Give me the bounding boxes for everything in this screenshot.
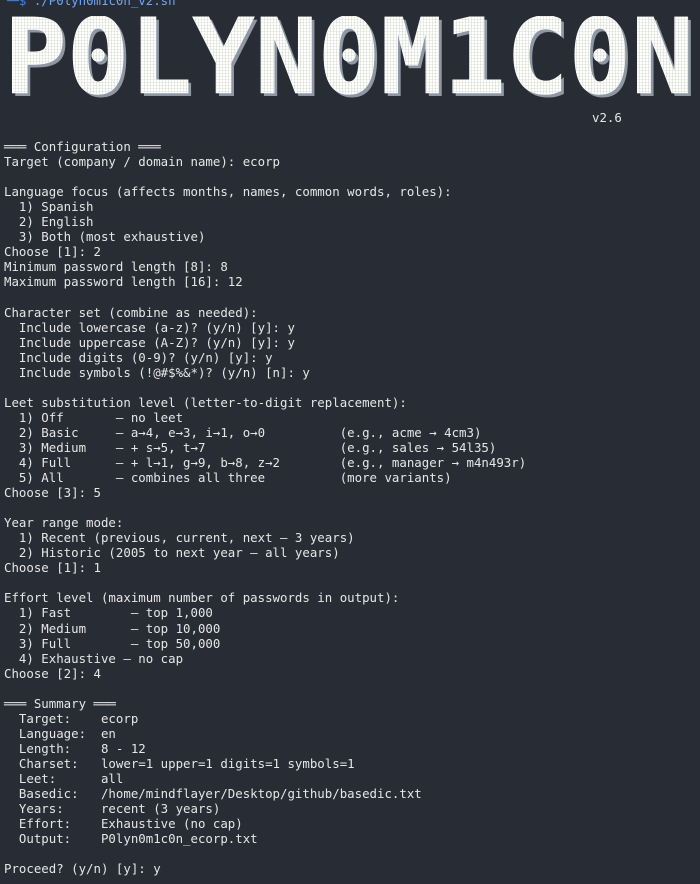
- terminal-line: Length: 8 - 12: [4, 740, 146, 756]
- terminal-line: 2) Basic — a→4, e→3, i→1, o→0 (e.g., acm…: [4, 424, 482, 440]
- terminal-line: Choose [1]: 1: [4, 560, 101, 576]
- terminal-line: Proceed? (y/n) [y]: y: [4, 861, 161, 877]
- terminal-line: 4) Full — + l→1, g→9, b→8, z→2 (e.g., ma…: [4, 454, 527, 470]
- terminal-line: Charset: lower=1 upper=1 digits=1 symbol…: [4, 755, 355, 771]
- terminal-line: 5) All — combines all three (more varian…: [4, 470, 452, 486]
- terminal-line: Leet substitution level (letter-to-digit…: [4, 394, 407, 410]
- terminal-line: ═══ Configuration ═══: [4, 139, 161, 154]
- terminal-line: Effort: Exhaustive (no cap): [4, 816, 243, 832]
- terminal-line: Basedic: /home/mindflayer/Desktop/github…: [4, 786, 422, 802]
- terminal-line: 2) English: [4, 214, 94, 230]
- terminal-line: Years: recent (3 years): [4, 801, 221, 817]
- terminal-line: Target (company / domain name): ecorp: [4, 154, 281, 170]
- terminal-line: 3) Full — top 50,000: [4, 635, 221, 651]
- terminal-line: ═══ Summary ═══: [4, 695, 116, 711]
- terminal-line: Include lowercase (a-z)? (y/n) [y]: y: [4, 319, 295, 335]
- terminal-line: Leet: all: [4, 770, 124, 786]
- terminal-line: 3) Medium — + s→5, t→7 (e.g., sales → 54…: [4, 439, 497, 455]
- terminal-line: Language: en: [4, 725, 116, 741]
- terminal-line: 2) Historic (2005 to next year — all yea…: [4, 545, 340, 561]
- terminal-line: Include uppercase (A-Z)? (y/n) [y]: y: [4, 334, 295, 350]
- terminal-line: Minimum password length [8]: 8: [4, 259, 228, 275]
- shell-prompt: └─$ ./P0lyn0m1c0n_v2.sh: [4, 0, 176, 9]
- terminal-line: 3) Both (most exhaustive): [4, 229, 206, 245]
- version-label: v2.6: [592, 110, 622, 125]
- terminal-output: ═══ Configuration ═══ Target (company / d…: [4, 139, 526, 876]
- terminal-line: Language focus (affects months, names, c…: [4, 184, 452, 200]
- terminal-line: Include symbols (!@#$%&*)? (y/n) [n]: y: [4, 364, 310, 380]
- terminal-line: 1) Spanish: [4, 199, 94, 215]
- terminal-line: 1) Fast — top 1,000: [4, 605, 213, 621]
- terminal-line: Target: ecorp: [4, 710, 139, 726]
- terminal-line: 1) Recent (previous, current, next — 3 y…: [4, 530, 355, 546]
- terminal-line: Output: P0lyn0m1c0n_ecorp.txt: [4, 831, 258, 847]
- terminal-line: 4) Exhaustive — no cap: [4, 650, 184, 666]
- terminal-line: 1) Off — no leet: [4, 409, 184, 425]
- terminal-line: Year range mode:: [4, 515, 124, 531]
- terminal-line: Maximum password length [16]: 12: [4, 274, 243, 290]
- terminal-line: Character set (combine as needed):: [4, 304, 258, 320]
- terminal-line: Effort level (maximum number of password…: [4, 590, 400, 606]
- terminal-line: Include digits (0-9)? (y/n) [y]: y: [4, 349, 273, 365]
- terminal-line: Choose [1]: 2: [4, 244, 101, 260]
- terminal-line: 2) Medium — top 10,000: [4, 620, 221, 636]
- terminal-line: Choose [3]: 5: [4, 485, 101, 501]
- terminal-line: Choose [2]: 4: [4, 665, 101, 681]
- prompt-command: ./P0lyn0m1c0n_v2.sh: [33, 0, 176, 8]
- prompt-glyph: └─$: [4, 0, 27, 8]
- banner-title: P0LYN0M1C0N: [4, 16, 694, 108]
- ascii-art-banner: P0LYN0M1C0N P0LYN0M1C0N: [4, 16, 697, 108]
